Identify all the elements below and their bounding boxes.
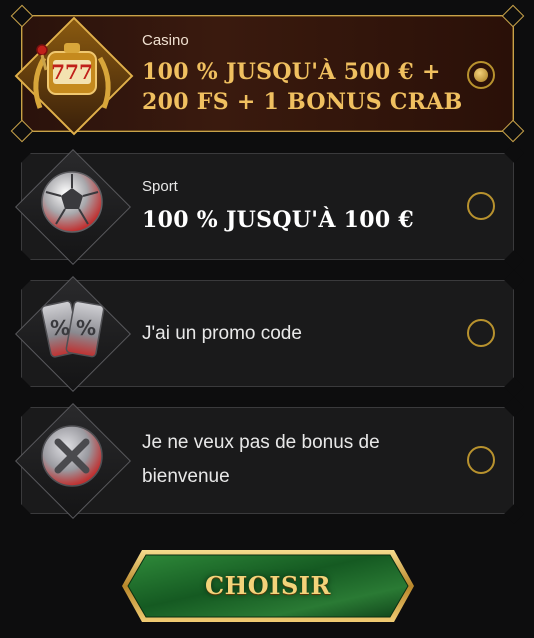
- svg-text:777: 777: [51, 60, 93, 84]
- option-title-line1: 100 % JUSQU'À 100 €: [142, 207, 415, 233]
- option-category-label: Sport: [142, 178, 178, 195]
- corner-notch: [504, 377, 524, 397]
- option-title-line1: 100 % JUSQU'À 500 € +: [142, 59, 441, 85]
- radio-button[interactable]: [467, 446, 495, 474]
- corner-notch: [504, 143, 524, 163]
- option-title-line2: 200 FS + 1 BONUS CRAB: [142, 89, 463, 115]
- bonus-option-no-bonus[interactable]: Je ne veux pas de bonus de bienvenue: [11, 397, 524, 524]
- no-bonus-x-icon: [10, 398, 134, 522]
- radio-button-selected[interactable]: [467, 61, 495, 89]
- corner-notch: [501, 4, 525, 28]
- football-icon: [10, 144, 134, 268]
- promo-tickets-icon: % %: [10, 271, 134, 395]
- choose-button[interactable]: CHOISIR: [120, 548, 416, 624]
- choose-button-label: CHOISIR: [205, 571, 331, 600]
- bonus-option-casino[interactable]: 777 Casino 100 % JUSQU'À 500 € + 200 FS …: [10, 4, 525, 143]
- option-label-line2: bienvenue: [142, 466, 230, 487]
- svg-text:%: %: [76, 316, 96, 340]
- corner-notch: [504, 270, 524, 290]
- corner-notch: [504, 397, 524, 417]
- radio-button[interactable]: [467, 192, 495, 220]
- option-category-label: Casino: [142, 32, 189, 49]
- bonus-option-promo-code[interactable]: % % J'ai un promo code: [11, 270, 524, 397]
- radio-selected-dot: [474, 68, 488, 82]
- bonus-option-sport[interactable]: Sport 100 % JUSQU'À 100 €: [11, 143, 524, 270]
- corner-notch: [504, 504, 524, 524]
- svg-text:%: %: [50, 316, 70, 340]
- option-label: J'ai un promo code: [142, 323, 302, 344]
- radio-button[interactable]: [467, 319, 495, 347]
- slot-777-icon: 777: [10, 12, 134, 136]
- corner-notch: [501, 119, 525, 143]
- option-label-line1: Je ne veux pas de bonus de: [142, 432, 380, 453]
- corner-notch: [504, 250, 524, 270]
